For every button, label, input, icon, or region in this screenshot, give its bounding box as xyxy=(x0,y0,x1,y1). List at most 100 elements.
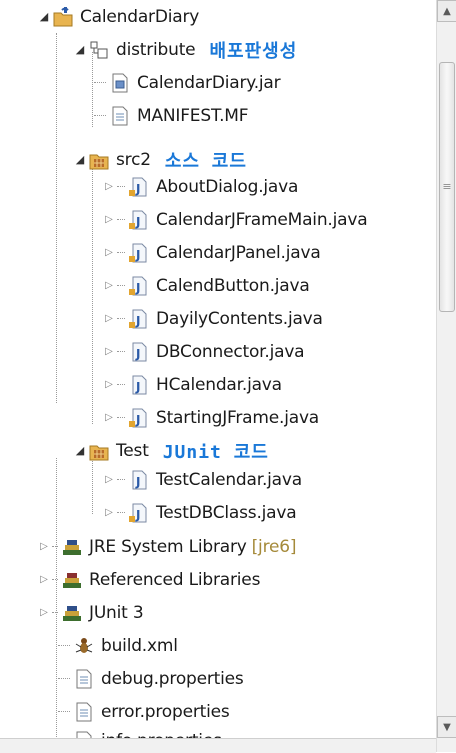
annotation-label: 소스 코드 xyxy=(164,150,247,172)
java-file-icon: J xyxy=(128,341,150,363)
tree-item-manifest[interactable]: MANIFEST.MF xyxy=(94,99,249,132)
tree-item-label: MANIFEST.MF xyxy=(137,105,249,126)
text-file-icon xyxy=(109,105,131,127)
package-explorer-tree: ◢ CalendarDiary ◢ distribute 배포판생성 Calen… xyxy=(0,0,434,752)
annotation-label: 배포판생성 xyxy=(209,40,298,62)
tree-item-java-file[interactable]: ▷ J CalendarJPanel.java xyxy=(103,236,321,269)
tree-item-build-xml[interactable]: build.xml xyxy=(58,629,178,662)
expand-arrow-icon[interactable]: ▷ xyxy=(103,412,115,424)
tree-item-java-file[interactable]: ▷ J TestDBClass.java xyxy=(103,496,297,529)
svg-text:J: J xyxy=(135,248,140,262)
java-file-icon: J xyxy=(128,469,150,491)
horizontal-scrollbar[interactable] xyxy=(0,738,436,753)
tree-item-label: CalendarDiary xyxy=(80,6,200,27)
tree-item-label: DBConnector.java xyxy=(156,341,305,362)
vertical-scrollbar[interactable]: ▲ ≡ ▼ xyxy=(436,0,456,752)
ant-build-icon xyxy=(73,635,95,657)
java-file-icon: J xyxy=(128,502,150,524)
java-file-icon: J xyxy=(128,242,150,264)
tree-item-label: DayilyContents.java xyxy=(156,308,323,329)
java-project-icon xyxy=(52,6,74,28)
tree-item-label: HCalendar.java xyxy=(156,374,282,395)
tree-item-java-file[interactable]: ▷ J DBConnector.java xyxy=(103,335,304,368)
tree-item-java-file[interactable]: ▷ J CalendButton.java xyxy=(103,269,310,302)
grip-icon: ≡ xyxy=(442,180,452,193)
tree-guide-line xyxy=(92,162,93,424)
tree-item-label: src2 xyxy=(116,149,151,170)
tree-item-label: build.xml xyxy=(101,635,178,656)
expand-arrow-icon[interactable]: ▷ xyxy=(103,181,115,193)
svg-text:J: J xyxy=(135,413,140,427)
tree-item-distribute[interactable]: ◢ distribute 배포판생성 xyxy=(74,33,297,66)
svg-text:J: J xyxy=(135,281,140,295)
svg-text:J: J xyxy=(135,508,140,522)
tree-item-label: CalendButton.java xyxy=(156,275,310,296)
library-version-label: [jre6] xyxy=(251,536,297,557)
expand-arrow-icon[interactable]: ▷ xyxy=(103,247,115,259)
library-icon xyxy=(61,602,83,624)
source-folder-icon xyxy=(88,149,110,171)
tree-item-label: error.properties xyxy=(101,701,230,722)
text-file-icon xyxy=(73,668,95,690)
tree-item-java-file[interactable]: ▷ J DayilyContents.java xyxy=(103,302,323,335)
tree-item-java-file[interactable]: ▷ J StartingJFrame.java xyxy=(103,401,319,434)
svg-text:J: J xyxy=(135,314,140,328)
tree-guide-line xyxy=(56,33,57,403)
tree-item-project[interactable]: ◢ CalendarDiary xyxy=(38,0,199,33)
tree-item-junit-library[interactable]: ▷ JUnit 3 xyxy=(38,596,144,629)
arrow-down-icon: ▼ xyxy=(443,721,451,733)
expand-arrow-icon[interactable]: ▷ xyxy=(103,346,115,358)
expand-arrow-icon[interactable]: ▷ xyxy=(38,574,50,586)
java-file-icon: J xyxy=(128,308,150,330)
collapse-arrow-icon[interactable]: ◢ xyxy=(38,10,50,23)
tree-item-jre-library[interactable]: ▷ JRE System Library [jre6] xyxy=(38,530,296,563)
tree-item-label: TestDBClass.java xyxy=(156,502,297,523)
java-file-icon: J xyxy=(128,275,150,297)
collapse-arrow-icon[interactable]: ◢ xyxy=(74,43,86,56)
svg-text:J: J xyxy=(135,475,140,489)
tree-item-label: Referenced Libraries xyxy=(89,569,261,590)
source-folder-icon xyxy=(88,440,110,462)
tree-item-label: CalendarJFrameMain.java xyxy=(156,209,368,230)
tree-item-jar[interactable]: CalendarDiary.jar xyxy=(94,66,281,99)
tree-item-java-file[interactable]: ▷ J AboutDialog.java xyxy=(103,170,298,203)
tree-item-referenced-libraries[interactable]: ▷ Referenced Libraries xyxy=(38,563,260,596)
expand-arrow-icon[interactable]: ▷ xyxy=(103,214,115,226)
tree-item-label: CalendarJPanel.java xyxy=(156,242,321,263)
expand-arrow-icon[interactable]: ▷ xyxy=(103,313,115,325)
tree-item-label: CalendarDiary.jar xyxy=(137,72,281,93)
svg-text:J: J xyxy=(135,182,140,196)
arrow-up-icon: ▲ xyxy=(443,5,451,17)
java-file-icon: J xyxy=(128,176,150,198)
scroll-down-button[interactable]: ▼ xyxy=(437,716,456,738)
jar-file-icon xyxy=(109,72,131,94)
svg-text:J: J xyxy=(135,380,140,394)
tree-item-label: AboutDialog.java xyxy=(156,176,299,197)
expand-arrow-icon[interactable]: ▷ xyxy=(38,541,50,553)
java-file-icon: J xyxy=(128,407,150,429)
tree-item-label: TestCalendar.java xyxy=(156,469,302,490)
tree-item-java-file[interactable]: ▷ J TestCalendar.java xyxy=(103,463,302,496)
collapse-arrow-icon[interactable]: ◢ xyxy=(74,153,86,166)
expand-arrow-icon[interactable]: ▷ xyxy=(103,507,115,519)
collapse-arrow-icon[interactable]: ◢ xyxy=(74,444,86,457)
expand-arrow-icon[interactable]: ▷ xyxy=(103,379,115,391)
package-folder-icon xyxy=(88,39,110,61)
tree-item-label: JUnit 3 xyxy=(89,602,144,623)
library-icon xyxy=(61,536,83,558)
tree-item-java-file[interactable]: ▷ J CalendarJFrameMain.java xyxy=(103,203,367,236)
expand-arrow-icon[interactable]: ▷ xyxy=(103,280,115,292)
java-file-icon: J xyxy=(128,374,150,396)
scroll-up-button[interactable]: ▲ xyxy=(437,0,456,22)
tree-item-label: debug.properties xyxy=(101,668,244,689)
svg-text:J: J xyxy=(135,347,140,361)
scrollbar-thumb[interactable]: ≡ xyxy=(439,62,455,312)
expand-arrow-icon[interactable]: ▷ xyxy=(103,474,115,486)
tree-item-label: distribute xyxy=(116,39,196,60)
svg-text:J: J xyxy=(135,215,140,229)
tree-item-debug-properties[interactable]: debug.properties xyxy=(58,662,244,695)
tree-item-java-file[interactable]: ▷ J HCalendar.java xyxy=(103,368,282,401)
java-file-icon: J xyxy=(128,209,150,231)
expand-arrow-icon[interactable]: ▷ xyxy=(38,607,50,619)
library-icon xyxy=(61,569,83,591)
